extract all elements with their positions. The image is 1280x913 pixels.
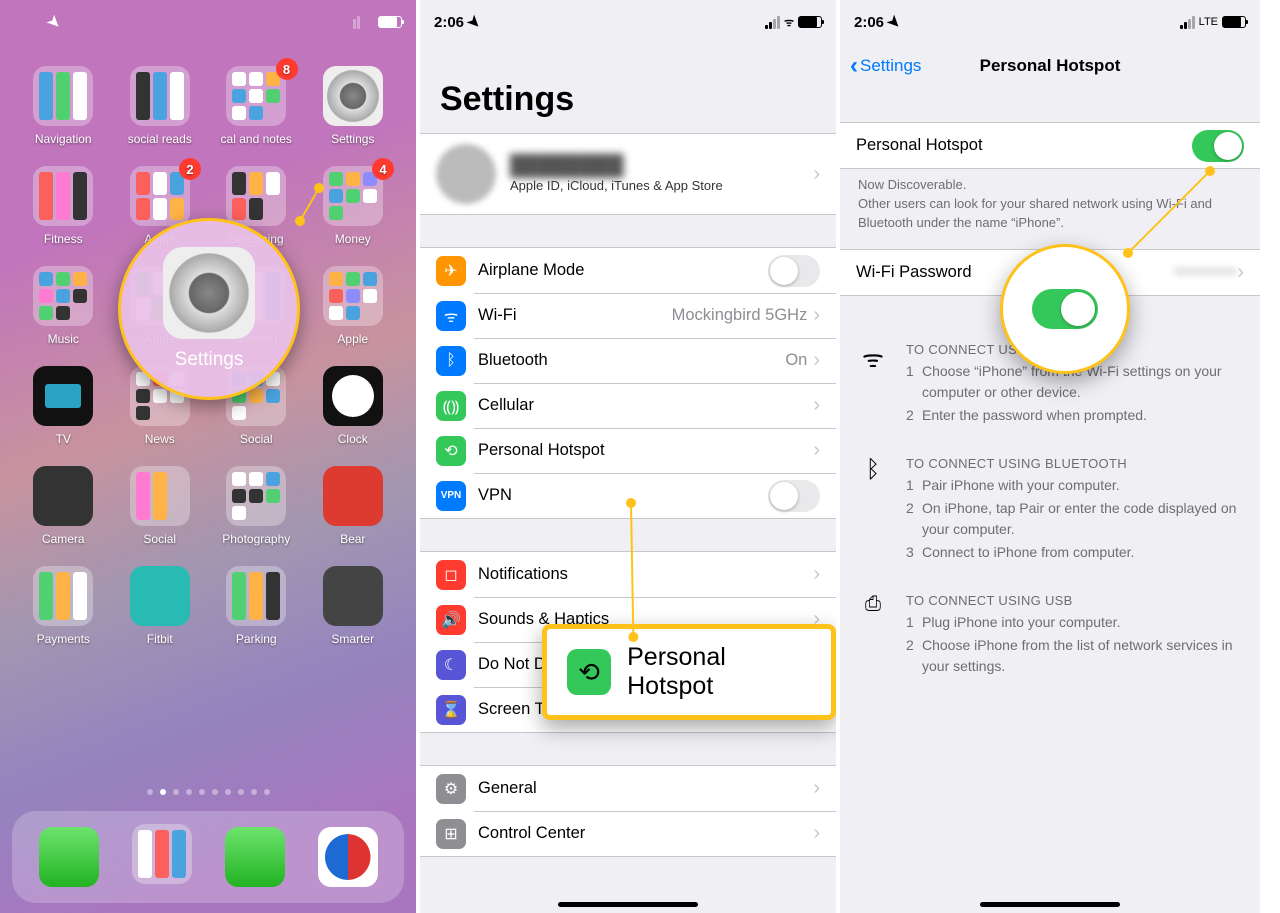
row-apple-id[interactable]: ████████ Apple ID, iCloud, iTunes & App …: [420, 134, 836, 214]
chevron-icon: ›: [813, 349, 820, 372]
phone-home-screen: 2:06➤ ᯤ Navigation social reads 8cal and…: [0, 0, 420, 913]
app-socialreads[interactable]: social reads: [115, 66, 206, 146]
chevron-icon: ›: [813, 822, 820, 845]
status-time: 2:06: [434, 14, 464, 31]
wifi-password-redacted: ••••••••: [1175, 263, 1237, 282]
app-bear[interactable]: Bear: [308, 466, 399, 546]
wifi-icon: ᯤ: [436, 301, 466, 331]
chevron-icon: ›: [813, 439, 820, 462]
app-clock[interactable]: Clock: [308, 366, 399, 446]
sounds-icon: 🔊: [436, 605, 466, 635]
usb-glyph-icon: ⎙: [858, 593, 888, 679]
vpn-toggle[interactable]: [768, 480, 820, 512]
location-icon: ➤: [464, 11, 486, 33]
chevron-icon: ›: [813, 304, 820, 327]
page-title: Settings: [420, 44, 836, 133]
chevron-left-icon: ‹: [850, 52, 858, 80]
hotspot-icon: ⟲: [436, 436, 466, 466]
app-social2[interactable]: Social: [115, 466, 206, 546]
cellular-icon: ⸨⸩: [436, 391, 466, 421]
nav-title: Personal Hotspot: [980, 56, 1121, 76]
app-settings[interactable]: Settings: [308, 66, 399, 146]
back-button[interactable]: ‹Settings: [850, 52, 921, 80]
bluetooth-icon: ᛒ: [436, 346, 466, 376]
chevron-icon: ›: [813, 163, 820, 186]
phone-settings-list: 2:06➤ ᯤ Settings ████████ Apple ID, iClo…: [420, 0, 840, 913]
page-dots[interactable]: [0, 789, 416, 795]
app-fitbit[interactable]: Fitbit: [115, 566, 206, 646]
app-camera[interactable]: Camera: [18, 466, 109, 546]
phone-hotspot-detail: 2:06➤ LTE ‹Settings Personal Hotspot Per…: [840, 0, 1260, 913]
status-bar: 2:06➤ LTE: [840, 0, 1260, 44]
row-bluetooth[interactable]: ᛒBluetoothOn›: [420, 338, 836, 383]
dock-mail-folder[interactable]: [132, 824, 192, 884]
row-notifications[interactable]: ◻Notifications›: [420, 552, 836, 597]
row-airplane[interactable]: ✈Airplane Mode: [420, 248, 836, 293]
nav-bar: ‹Settings Personal Hotspot: [840, 44, 1260, 88]
instr-bluetooth: ᛒ TO CONNECT USING BLUETOOTH Pair iPhone…: [840, 442, 1260, 579]
chevron-icon: ›: [813, 394, 820, 417]
bluetooth-glyph-icon: ᛒ: [858, 456, 888, 565]
home-indicator[interactable]: [558, 902, 698, 907]
location-icon: ➤: [884, 11, 906, 33]
chevron-icon: ›: [813, 563, 820, 586]
toggle-on-icon: [1032, 289, 1098, 329]
app-tv[interactable]: TV: [18, 366, 109, 446]
row-wifi[interactable]: ᯤWi-FiMockingbird 5GHz›: [420, 293, 836, 338]
network-label: LTE: [1199, 16, 1218, 28]
battery-icon: [798, 16, 822, 28]
app-payments[interactable]: Payments: [18, 566, 109, 646]
screentime-icon: ⌛: [436, 695, 466, 725]
general-icon: ⚙: [436, 774, 466, 804]
row-general[interactable]: ⚙General›: [420, 766, 836, 811]
chevron-icon: ›: [1237, 261, 1244, 284]
app-parking[interactable]: Parking: [211, 566, 302, 646]
row-hotspot[interactable]: ⟲Personal Hotspot›: [420, 428, 836, 473]
row-vpn[interactable]: VPNVPN: [420, 473, 836, 518]
controlcenter-icon: ⊞: [436, 819, 466, 849]
app-fitness[interactable]: Fitness: [18, 166, 109, 246]
dock-messages[interactable]: [225, 827, 285, 887]
row-controlcenter[interactable]: ⊞Control Center›: [420, 811, 836, 856]
status-bar: 2:06➤ ᯤ: [420, 0, 836, 44]
profile-subtitle: Apple ID, iCloud, iTunes & App Store: [510, 178, 813, 193]
signal-icon: [1180, 16, 1195, 29]
row-hotspot-toggle: Personal Hotspot: [840, 123, 1260, 168]
wifi-glyph-icon: ᯤ: [858, 342, 888, 428]
app-smarter[interactable]: Smarter: [308, 566, 399, 646]
dnd-icon: ☾: [436, 650, 466, 680]
app-money[interactable]: 4Money: [308, 166, 399, 246]
app-navigation[interactable]: Navigation: [18, 66, 109, 146]
app-music[interactable]: Music: [18, 266, 109, 346]
app-apple4[interactable]: Apple: [308, 266, 399, 346]
row-cellular[interactable]: ⸨⸩Cellular›: [420, 383, 836, 428]
wifi-icon: ᯤ: [784, 15, 794, 30]
callout-hotspot: ⟲ Personal Hotspot: [542, 624, 836, 720]
callout-settings: Settings: [118, 218, 300, 400]
avatar: [436, 144, 496, 204]
battery-icon: [1222, 16, 1246, 28]
settings-gear-icon: [163, 247, 255, 339]
instr-usb: ⎙ TO CONNECT USING USB Plug iPhone into …: [840, 579, 1260, 693]
notifications-icon: ◻: [436, 560, 466, 590]
dock: [12, 811, 404, 903]
airplane-icon: ✈: [436, 256, 466, 286]
hotspot-toggle[interactable]: [1192, 130, 1244, 162]
profile-name-redacted: ████████: [510, 155, 813, 178]
home-indicator[interactable]: [980, 902, 1120, 907]
app-photography[interactable]: Photography: [211, 466, 302, 546]
app-calnotes[interactable]: 8cal and notes: [211, 66, 302, 146]
airplane-toggle[interactable]: [768, 255, 820, 287]
status-time: 2:06: [854, 14, 884, 31]
chevron-icon: ›: [813, 777, 820, 800]
callout-toggle: [1000, 244, 1130, 374]
battery-icon: [378, 16, 402, 28]
dock-safari[interactable]: [318, 827, 378, 887]
hotspot-icon: ⟲: [567, 649, 611, 695]
signal-icon: [765, 16, 780, 29]
vpn-icon: VPN: [436, 481, 466, 511]
dock-phone[interactable]: [39, 827, 99, 887]
